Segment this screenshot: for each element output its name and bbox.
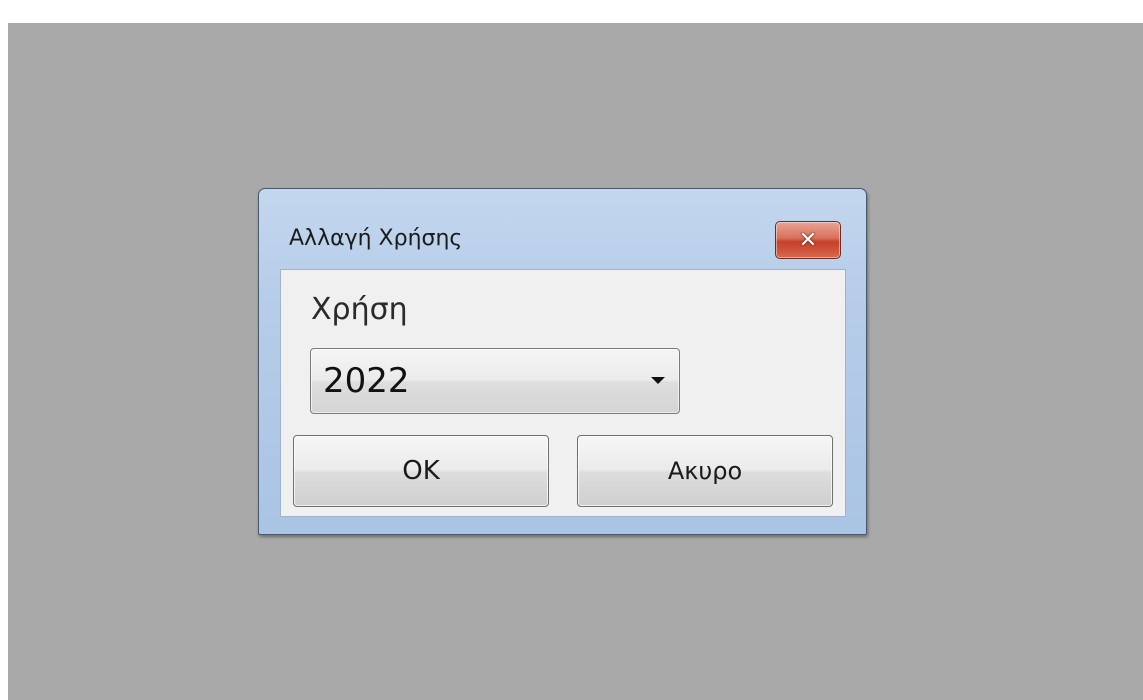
chevron-down-icon [651,377,665,384]
cancel-button[interactable]: Ακυρο [577,435,833,507]
year-field-label: Χρήση [311,292,408,327]
close-button[interactable]: ✕ [775,221,841,259]
dialog-title: Αλλαγή Χρήσης [289,226,463,251]
year-dropdown[interactable]: 2022 [310,348,680,414]
year-dropdown-value: 2022 [323,361,410,401]
dialog-content: Χρήση 2022 OK Ακυρο [280,269,846,517]
ok-button[interactable]: OK [293,435,549,507]
close-icon: ✕ [798,227,818,253]
change-year-dialog: Αλλαγή Χρήσης ✕ Χρήση 2022 OK Ακυρο [258,188,867,535]
dialog-titlebar[interactable]: Αλλαγή Χρήσης ✕ [259,189,866,269]
